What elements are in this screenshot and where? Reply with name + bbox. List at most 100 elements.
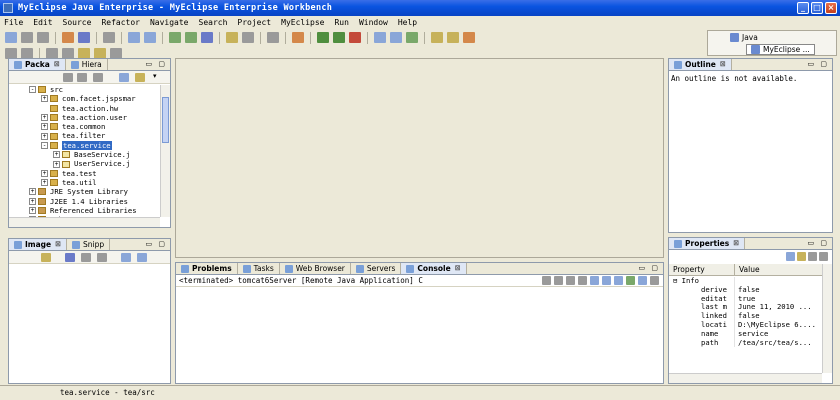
- menu-project[interactable]: Project: [237, 18, 271, 27]
- menu-window[interactable]: Window: [359, 18, 388, 27]
- tree-item[interactable]: + J2EE 1.4 Libraries: [9, 197, 160, 206]
- expand-toggle-icon[interactable]: +: [53, 151, 60, 159]
- original-size-icon[interactable]: [121, 253, 131, 262]
- maximize-button[interactable]: □: [811, 2, 823, 14]
- save-icon[interactable]: [21, 32, 33, 43]
- view-min-max-controls[interactable]: ▭ ▢: [808, 60, 829, 68]
- fit-window-icon[interactable]: [137, 253, 147, 262]
- tree-item[interactable]: + com.facet.jspsmar: [9, 94, 160, 103]
- expand-toggle-icon[interactable]: +: [41, 95, 48, 103]
- remove-all-icon[interactable]: [565, 276, 575, 285]
- property-row[interactable]: derive false: [669, 285, 822, 295]
- tab-snippets[interactable]: Snipp: [67, 239, 111, 250]
- display-console-icon[interactable]: [637, 276, 647, 285]
- show-advanced-icon[interactable]: [797, 252, 806, 261]
- new-ejb-icon[interactable]: [185, 32, 197, 43]
- external-tools-icon[interactable]: [349, 32, 361, 43]
- show-on-output-icon[interactable]: [601, 276, 611, 285]
- tree-item[interactable]: - src: [9, 85, 160, 94]
- new-java-project-icon[interactable]: [292, 32, 304, 43]
- menu-refactor[interactable]: Refactor: [101, 18, 140, 27]
- properties-horizontal-scrollbar[interactable]: [669, 373, 822, 383]
- debug-icon[interactable]: [317, 32, 329, 43]
- print-icon[interactable]: [37, 32, 49, 43]
- new-web-project-icon[interactable]: [169, 32, 181, 43]
- perspective-java[interactable]: Java: [730, 33, 758, 42]
- tree-item[interactable]: + tea.util: [9, 178, 160, 187]
- search-icon[interactable]: [447, 32, 459, 43]
- scrollbar-thumb[interactable]: [162, 97, 169, 143]
- scroll-lock-icon[interactable]: [589, 276, 599, 285]
- new-interface-icon[interactable]: [406, 32, 418, 43]
- tree-item[interactable]: + Referenced Libraries: [9, 206, 160, 215]
- view-menu-icon[interactable]: ▾: [153, 72, 157, 80]
- open-console-icon[interactable]: [649, 276, 659, 285]
- tree-item[interactable]: - tea.service: [9, 140, 160, 151]
- new-icon[interactable]: [5, 32, 17, 43]
- new-class-icon[interactable]: [390, 32, 402, 43]
- tab-console[interactable]: Console ⊠: [401, 263, 467, 274]
- database-icon[interactable]: [103, 32, 115, 43]
- tab-outline[interactable]: Outline ⊠: [669, 59, 732, 70]
- terminate-icon[interactable]: [541, 276, 551, 285]
- zoom-in-icon[interactable]: [97, 253, 107, 262]
- property-row[interactable]: ⊟ Info: [669, 277, 822, 286]
- tab-package-explorer[interactable]: Packa ⊠: [9, 59, 66, 70]
- task-icon[interactable]: [463, 32, 475, 43]
- menu-myeclipse[interactable]: MyEclipse: [281, 18, 324, 27]
- expand-toggle-icon[interactable]: +: [29, 188, 36, 196]
- tree-horizontal-scrollbar[interactable]: [9, 217, 160, 227]
- column-value[interactable]: Value: [735, 264, 822, 275]
- tree-item[interactable]: + tea.action.user: [9, 113, 160, 122]
- tab-hierarchy[interactable]: Hiera: [66, 59, 108, 70]
- expand-toggle-icon[interactable]: +: [41, 132, 48, 140]
- zoom-out-icon[interactable]: [81, 253, 91, 262]
- expand-toggle-icon[interactable]: +: [41, 179, 48, 187]
- close-button[interactable]: ×: [825, 2, 837, 14]
- tab-image-viewer[interactable]: Image ⊠: [9, 239, 67, 250]
- close-tab-icon[interactable]: ⊠: [55, 239, 61, 250]
- up-icon[interactable]: [93, 73, 103, 82]
- restore-default-icon[interactable]: [819, 252, 828, 261]
- expand-toggle-icon[interactable]: +: [41, 123, 48, 131]
- tree-item[interactable]: + BaseService.j: [9, 150, 160, 159]
- clear-console-icon[interactable]: [577, 276, 587, 285]
- tab-servers[interactable]: Servers: [351, 263, 402, 274]
- open-resource-icon[interactable]: [431, 32, 443, 43]
- menu-edit[interactable]: Edit: [33, 18, 52, 27]
- tab-properties[interactable]: Properties ⊠: [669, 238, 746, 249]
- expand-toggle-icon[interactable]: +: [41, 114, 48, 122]
- property-row[interactable]: editat true: [669, 294, 822, 304]
- refresh-icon[interactable]: [242, 32, 254, 43]
- expand-toggle-icon[interactable]: +: [29, 197, 36, 205]
- new-wizard-icon[interactable]: [267, 32, 279, 43]
- fit-image-icon[interactable]: [65, 253, 75, 262]
- close-tab-icon[interactable]: ⊠: [720, 59, 726, 70]
- tree-item[interactable]: + JRE System Library: [9, 187, 160, 196]
- show-on-error-icon[interactable]: [613, 276, 623, 285]
- remove-launch-icon[interactable]: [553, 276, 563, 285]
- menu-help[interactable]: Help: [398, 18, 417, 27]
- tab-tasks[interactable]: Tasks: [238, 263, 280, 274]
- tree-item[interactable]: + tea.filter: [9, 131, 160, 140]
- server-icon[interactable]: [128, 32, 140, 43]
- tab-web-browser[interactable]: Web Browser: [280, 263, 351, 274]
- property-row[interactable]: last m June 11, 2010 ...: [669, 303, 822, 313]
- tree-item[interactable]: + UserService.j: [9, 159, 160, 168]
- collapse-toggle-icon[interactable]: ⊟: [673, 277, 682, 285]
- server-run-icon[interactable]: [144, 32, 156, 43]
- expand-toggle-icon[interactable]: +: [41, 169, 48, 177]
- property-row[interactable]: linked false: [669, 312, 822, 321]
- close-tab-icon[interactable]: ⊠: [455, 263, 461, 274]
- expand-toggle-icon[interactable]: +: [53, 160, 60, 168]
- close-tab-icon[interactable]: ⊠: [733, 238, 739, 249]
- tree-item[interactable]: + tea.test: [9, 169, 160, 178]
- view-min-max-controls[interactable]: ▭ ▢: [808, 239, 829, 247]
- minimize-button[interactable]: _: [797, 2, 809, 14]
- properties-vertical-scrollbar[interactable]: [822, 264, 832, 373]
- view-min-max-controls[interactable]: ▭ ▢: [146, 240, 167, 248]
- tab-problems[interactable]: Problems: [176, 263, 238, 274]
- view-min-max-controls[interactable]: ▭ ▢: [146, 60, 167, 68]
- collapse-all-icon[interactable]: [119, 73, 129, 82]
- expand-toggle-icon[interactable]: +: [29, 207, 36, 214]
